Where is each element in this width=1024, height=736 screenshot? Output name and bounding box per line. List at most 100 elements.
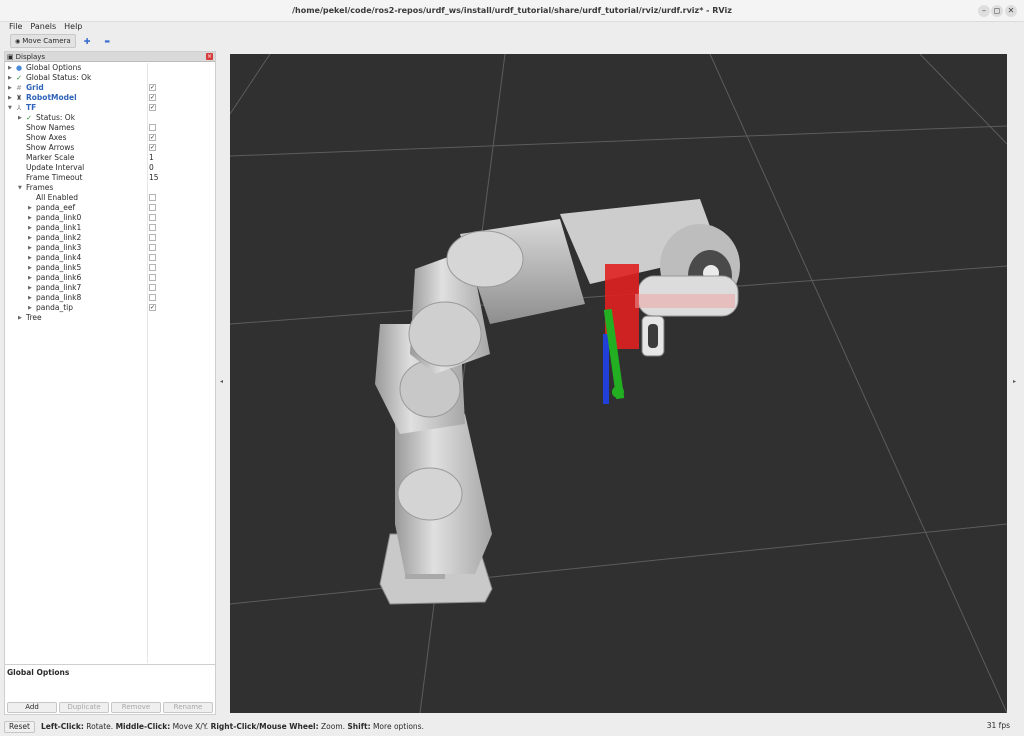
minimize-button[interactable]: – bbox=[978, 5, 990, 17]
expand-arrow-icon[interactable]: ▶ bbox=[28, 233, 34, 243]
duplicate-button[interactable]: Duplicate bbox=[59, 702, 109, 713]
frame-checkbox[interactable] bbox=[149, 234, 156, 241]
tree-row-all-enabled[interactable]: All Enabled bbox=[5, 193, 215, 203]
tree-row-global-options[interactable]: ▶ ● Global Options bbox=[5, 63, 215, 73]
frame-checkbox[interactable] bbox=[149, 264, 156, 271]
tree-row-show-axes[interactable]: Show Axes ✓ bbox=[5, 133, 215, 143]
expand-arrow-icon[interactable]: ▶ bbox=[28, 283, 34, 293]
update-interval-value[interactable]: 0 bbox=[149, 163, 154, 173]
add-tool-icon[interactable]: ✚ bbox=[84, 37, 91, 46]
status-bar: Reset Left-Click: Rotate. Middle-Click: … bbox=[0, 717, 1024, 736]
tree-row-frame[interactable]: ▶ panda_link0 bbox=[5, 213, 215, 223]
frame-label: panda_eef bbox=[36, 203, 76, 212]
tree-row-frame[interactable]: ▶ panda_link3 bbox=[5, 243, 215, 253]
all-enabled-checkbox[interactable] bbox=[149, 194, 156, 201]
show-axes-checkbox[interactable]: ✓ bbox=[149, 134, 156, 141]
frame-label: panda_link5 bbox=[36, 263, 82, 272]
frame-checkbox[interactable] bbox=[149, 254, 156, 261]
remove-tool-icon[interactable]: ▬ bbox=[104, 38, 110, 45]
frame-label: panda_link8 bbox=[36, 293, 82, 302]
tf-checkbox[interactable]: ✓ bbox=[149, 104, 156, 111]
expand-arrow-icon[interactable]: ▶ bbox=[28, 263, 34, 273]
grid-checkbox[interactable]: ✓ bbox=[149, 84, 156, 91]
tree-row-update-interval[interactable]: Update Interval 0 bbox=[5, 163, 215, 173]
frame-timeout-value[interactable]: 15 bbox=[149, 173, 159, 183]
expand-arrow-icon[interactable]: ▶ bbox=[28, 303, 34, 313]
tree-row-frame[interactable]: ▶ panda_link4 bbox=[5, 253, 215, 263]
expand-arrow-icon[interactable]: ▶ bbox=[18, 113, 24, 123]
expand-arrow-icon[interactable]: ▶ bbox=[28, 273, 34, 283]
tree-row-frame[interactable]: ▶ panda_eef bbox=[5, 203, 215, 213]
shift-label: Shift: bbox=[347, 722, 371, 731]
tree-label: Tree bbox=[26, 313, 42, 322]
show-names-checkbox[interactable] bbox=[149, 124, 156, 131]
frame-label: panda_link3 bbox=[36, 243, 82, 252]
tree-row-grid[interactable]: ▶ # Grid ✓ bbox=[5, 83, 215, 93]
maximize-button[interactable]: ◻ bbox=[991, 5, 1003, 17]
menu-help[interactable]: Help bbox=[64, 22, 82, 31]
collapse-right-arrow-icon[interactable]: ▸ bbox=[1013, 378, 1016, 385]
close-panel-icon[interactable]: × bbox=[206, 53, 213, 60]
add-button[interactable]: Add bbox=[7, 702, 57, 713]
frame-checkbox[interactable] bbox=[149, 284, 156, 291]
rename-button[interactable]: Rename bbox=[163, 702, 213, 713]
collapse-arrow-icon[interactable]: ▼ bbox=[18, 183, 24, 193]
tree-row-show-arrows[interactable]: Show Arrows ✓ bbox=[5, 143, 215, 153]
render-viewport[interactable] bbox=[230, 54, 1007, 713]
robot-model-checkbox[interactable]: ✓ bbox=[149, 94, 156, 101]
frames-label: Frames bbox=[26, 183, 54, 192]
tree-row-frame[interactable]: ▶ panda_link2 bbox=[5, 233, 215, 243]
menu-panels[interactable]: Panels bbox=[30, 22, 56, 31]
move-camera-button[interactable]: ◉ Move Camera bbox=[10, 34, 76, 48]
tree-row-frame[interactable]: ▶ panda_link8 bbox=[5, 293, 215, 303]
marker-scale-value[interactable]: 1 bbox=[149, 153, 154, 163]
remove-button[interactable]: Remove bbox=[111, 702, 161, 713]
frame-checkbox[interactable] bbox=[149, 244, 156, 251]
middle-click-action: Move X/Y. bbox=[170, 722, 211, 731]
tree-row-tf[interactable]: ▼ ⅄ TF ✓ bbox=[5, 103, 215, 113]
expand-arrow-icon[interactable]: ▶ bbox=[8, 73, 14, 83]
tree-row-frame[interactable]: ▶ panda_link1 bbox=[5, 223, 215, 233]
frame-checkbox[interactable]: ✓ bbox=[149, 304, 156, 311]
expand-arrow-icon[interactable]: ▶ bbox=[8, 93, 14, 103]
tree-row-frame[interactable]: ▶ panda_tip ✓ bbox=[5, 303, 215, 313]
menu-file[interactable]: File bbox=[9, 22, 22, 31]
expand-arrow-icon[interactable]: ▶ bbox=[18, 313, 24, 323]
expand-arrow-icon[interactable]: ▶ bbox=[28, 213, 34, 223]
tree-row-frame[interactable]: ▶ panda_link6 bbox=[5, 273, 215, 283]
expand-arrow-icon[interactable]: ▶ bbox=[8, 83, 14, 93]
expand-arrow-icon[interactable]: ▶ bbox=[28, 253, 34, 263]
frame-checkbox[interactable] bbox=[149, 214, 156, 221]
scene-render bbox=[230, 54, 1007, 713]
tree-row-tree[interactable]: ▶ Tree bbox=[5, 313, 215, 323]
check-icon: ✓ bbox=[26, 114, 32, 122]
left-click-label: Left-Click: bbox=[40, 722, 84, 731]
frame-label: panda_link6 bbox=[36, 273, 82, 282]
tree-row-marker-scale[interactable]: Marker Scale 1 bbox=[5, 153, 215, 163]
tree-row-frames[interactable]: ▼ Frames bbox=[5, 183, 215, 193]
frame-checkbox[interactable] bbox=[149, 294, 156, 301]
tree-row-frame[interactable]: ▶ panda_link7 bbox=[5, 283, 215, 293]
frame-checkbox[interactable] bbox=[149, 274, 156, 281]
middle-click-label: Middle-Click: bbox=[115, 722, 171, 731]
tree-row-global-status[interactable]: ▶ ✓ Global Status: Ok bbox=[5, 73, 215, 83]
show-arrows-checkbox[interactable]: ✓ bbox=[149, 144, 156, 151]
tree-row-show-names[interactable]: Show Names bbox=[5, 123, 215, 133]
expand-arrow-icon[interactable]: ▶ bbox=[28, 243, 34, 253]
expand-arrow-icon[interactable]: ▶ bbox=[8, 63, 14, 73]
collapse-arrow-icon[interactable]: ▼ bbox=[8, 103, 14, 113]
frame-checkbox[interactable] bbox=[149, 224, 156, 231]
expand-arrow-icon[interactable]: ▶ bbox=[28, 223, 34, 233]
frame-label: panda_link0 bbox=[36, 213, 82, 222]
expand-arrow-icon[interactable]: ▶ bbox=[28, 293, 34, 303]
close-window-button[interactable]: ✕ bbox=[1005, 5, 1017, 17]
tree-row-frame-timeout[interactable]: Frame Timeout 15 bbox=[5, 173, 215, 183]
reset-button[interactable]: Reset bbox=[4, 720, 35, 733]
tree-row-status[interactable]: ▶ ✓ Status: Ok bbox=[5, 113, 215, 123]
frame-checkbox[interactable] bbox=[149, 204, 156, 211]
tree-row-robot-model[interactable]: ▶ ♜ RobotModel ✓ bbox=[5, 93, 215, 103]
tree-row-frame[interactable]: ▶ panda_link5 bbox=[5, 263, 215, 273]
expand-arrow-icon[interactable]: ▶ bbox=[28, 203, 34, 213]
collapse-left-arrow-icon[interactable]: ◂ bbox=[220, 378, 223, 385]
right-click-action: Zoom. bbox=[318, 722, 348, 731]
